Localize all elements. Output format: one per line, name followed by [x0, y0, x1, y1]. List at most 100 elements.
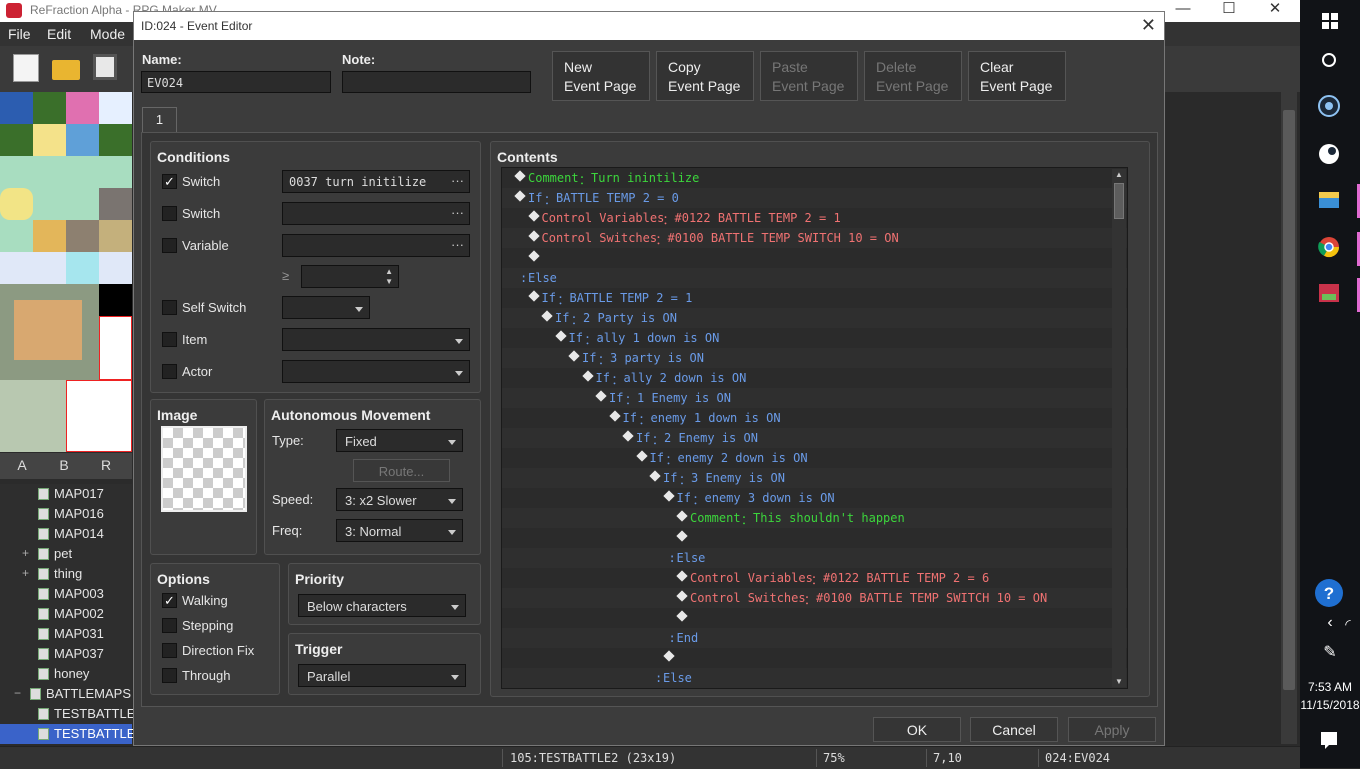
menu-file[interactable]: File	[8, 26, 31, 42]
action-center-button[interactable]	[1300, 720, 1360, 766]
menu-mode[interactable]: Mode	[90, 26, 125, 42]
actor-select[interactable]	[282, 360, 470, 383]
maximize-button[interactable]: ☐	[1206, 0, 1252, 22]
taskbar-app-steam[interactable]	[1300, 132, 1360, 178]
map-tree-item[interactable]: + thing	[0, 564, 132, 584]
taskbar-app-steam-alt[interactable]	[1300, 84, 1360, 130]
tileset-tab-b[interactable]: B	[44, 457, 84, 473]
event-command-row[interactable]: If： enemy 3 down is ON	[502, 488, 1127, 508]
map-tree-item[interactable]: MAP002	[0, 604, 132, 624]
map-tree-item[interactable]: honey	[0, 664, 132, 684]
event-command-row[interactable]: If： enemy 2 down is ON	[502, 448, 1127, 468]
trigger-select[interactable]: Parallel	[298, 664, 466, 687]
event-command-row[interactable]: Control Switches： #0100 BATTLE TEMP SWITC…	[502, 228, 1127, 248]
close-app-button[interactable]: ✕	[1252, 0, 1298, 22]
event-command-row[interactable]: Control Switches： #0100 BATTLE TEMP SWITC…	[502, 588, 1127, 608]
map-tree-item[interactable]: + pet	[0, 544, 132, 564]
actor-checkbox[interactable]	[162, 364, 177, 379]
event-command-row[interactable]: : Else	[502, 668, 1127, 688]
cancel-button[interactable]: Cancel	[970, 717, 1058, 742]
switch1-selector[interactable]: 0037 turn initilize ···	[282, 170, 470, 193]
movement-speed-select[interactable]: 3: x2 Slower	[336, 488, 463, 511]
map-canvas-area[interactable]	[1166, 92, 1300, 744]
tileset-tab-r[interactable]: R	[86, 457, 126, 473]
variable-value-spinner[interactable]: ▲ ▼	[301, 265, 399, 288]
map-tree-item[interactable]: TESTBATTLE2	[0, 724, 143, 744]
menu-edit[interactable]: Edit	[47, 26, 71, 42]
map-tree-item[interactable]: MAP037	[0, 644, 132, 664]
event-command-row[interactable]	[502, 528, 1127, 548]
event-command-row[interactable]: If： enemy 1 down is ON	[502, 408, 1127, 428]
map-tree-item[interactable]: MAP014	[0, 524, 132, 544]
copy-event-page-button[interactable]: Copy Event Page	[656, 51, 754, 101]
event-command-row[interactable]: : Else	[502, 548, 1127, 568]
contents-scrollbar[interactable]: ▲ ▼	[1112, 169, 1126, 687]
apply-button[interactable]: Apply	[1068, 717, 1156, 742]
event-image-preview[interactable]	[161, 426, 247, 512]
paste-event-page-button[interactable]: Paste Event Page	[760, 51, 858, 101]
event-command-row[interactable]: Comment： Turn inintilize	[502, 168, 1127, 188]
clock-time[interactable]: 7:53 AM	[1300, 680, 1360, 694]
spin-down-icon[interactable]: ▼	[385, 277, 393, 286]
event-command-row[interactable]: If： 1 Enemy is ON	[502, 388, 1127, 408]
stepping-checkbox[interactable]	[162, 618, 177, 633]
map-tree-item[interactable]: MAP031	[0, 624, 132, 644]
variable-selector[interactable]: ···	[282, 234, 470, 257]
direction-fix-checkbox[interactable]	[162, 643, 177, 658]
self-switch-select[interactable]	[282, 296, 370, 319]
delete-event-page-button[interactable]: Delete Event Page	[864, 51, 962, 101]
map-tree-item[interactable]: MAP003	[0, 584, 132, 604]
item-checkbox[interactable]	[162, 332, 177, 347]
tileset-tab-a[interactable]: A	[2, 457, 42, 473]
event-command-row[interactable]: : End	[502, 628, 1127, 648]
switch2-selector[interactable]: ···	[282, 202, 470, 225]
map-tree-item[interactable]: TESTBATTLE	[0, 704, 135, 724]
event-command-row[interactable]: Comment： This shouldn't happen	[502, 508, 1127, 528]
event-command-row[interactable]	[502, 648, 1127, 668]
new-project-icon[interactable]	[13, 54, 39, 82]
contents-scrollbar-thumb[interactable]	[1114, 183, 1124, 219]
scroll-up-icon[interactable]: ▲	[1115, 170, 1123, 179]
clear-event-page-button[interactable]: Clear Event Page	[968, 51, 1066, 101]
event-command-row[interactable]: If： BATTLE TEMP 2 = 0	[502, 188, 1127, 208]
event-command-row[interactable]: Control Variables： #0122 BATTLE TEMP 2 = …	[502, 568, 1127, 588]
taskbar-app-rpgmaker[interactable]	[1300, 270, 1360, 316]
new-event-page-button[interactable]: New Event Page	[552, 51, 650, 101]
event-command-row[interactable]	[502, 608, 1127, 628]
clock-date[interactable]: 11/15/2018	[1300, 698, 1360, 712]
event-command-row[interactable]: If： 2 Enemy is ON	[502, 428, 1127, 448]
event-command-row[interactable]: Control Variables： #0122 BATTLE TEMP 2 = …	[502, 208, 1127, 228]
event-command-row[interactable]: If： ally 1 down is ON	[502, 328, 1127, 348]
event-command-row[interactable]: If： BATTLE TEMP 2 = 1	[502, 288, 1127, 308]
movement-freq-select[interactable]: 3: Normal	[336, 519, 463, 542]
map-tree-item[interactable]: − BATTLEMAPS	[0, 684, 132, 704]
scroll-down-icon[interactable]: ▼	[1115, 677, 1123, 686]
event-command-list[interactable]: Comment： Turn inintilize If： BATTLE TEMP 2 …	[501, 167, 1128, 689]
expand-icon[interactable]: +	[22, 546, 29, 560]
spin-up-icon[interactable]: ▲	[385, 267, 393, 276]
save-project-icon[interactable]	[93, 54, 117, 80]
item-select[interactable]	[282, 328, 470, 351]
event-command-row[interactable]: If： 3 Enemy is ON	[502, 468, 1127, 488]
taskbar-app-explorer[interactable]	[1300, 178, 1360, 224]
dialog-close-icon[interactable]: ✕	[1141, 15, 1156, 36]
route-button[interactable]: Route...	[353, 459, 450, 482]
walking-checkbox[interactable]: ✓	[162, 593, 177, 608]
ok-button[interactable]: OK	[873, 717, 961, 742]
wifi-icon[interactable]: ◜	[1318, 616, 1360, 633]
map-scrollbar-thumb[interactable]	[1283, 110, 1295, 690]
event-command-row[interactable]: If： ally 2 down is ON	[502, 368, 1127, 388]
self-switch-checkbox[interactable]	[162, 300, 177, 315]
movement-type-select[interactable]: Fixed	[336, 429, 463, 452]
help-button[interactable]: ?	[1300, 572, 1360, 618]
priority-select[interactable]: Below characters	[298, 594, 466, 617]
note-input[interactable]	[342, 71, 531, 93]
minimize-button[interactable]: —	[1160, 0, 1206, 22]
event-command-row[interactable]: If： 2 Party is ON	[502, 308, 1127, 328]
event-command-row[interactable]	[502, 248, 1127, 268]
through-checkbox[interactable]	[162, 668, 177, 683]
dialog-titlebar[interactable]: ID:024 - Event Editor ✕	[134, 12, 1164, 40]
event-command-row[interactable]: : Else	[502, 268, 1127, 288]
collapse-icon[interactable]: −	[14, 686, 21, 700]
cortana-button[interactable]	[1300, 38, 1360, 84]
